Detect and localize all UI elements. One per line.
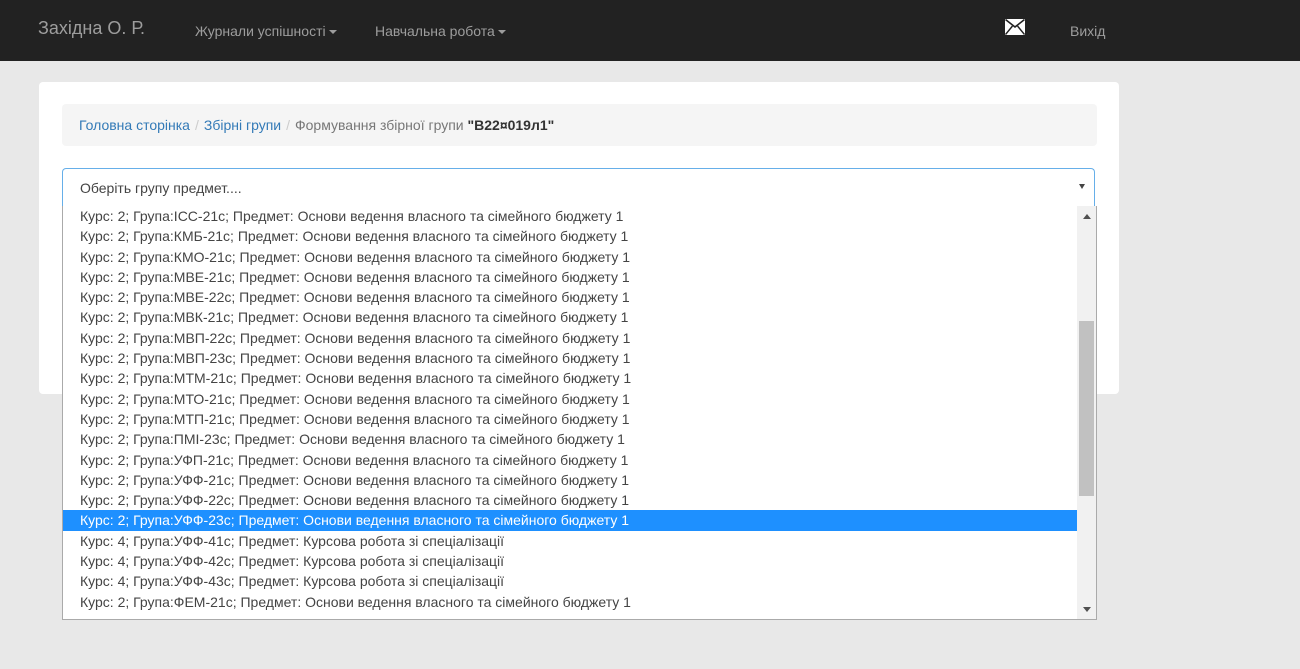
option-item[interactable]: Курс: 2; Група:МТМ-21с; Предмет: Основи … <box>63 368 1077 388</box>
option-item[interactable]: Курс: 2; Група:КМО-21с; Предмет: Основи … <box>63 247 1077 267</box>
scrollbar-thumb[interactable] <box>1079 321 1094 496</box>
brand-user-name[interactable]: Західна О. Р. <box>38 18 145 39</box>
breadcrumb-current: Формування збірної групи "В22¤019л1" <box>295 117 554 133</box>
option-item[interactable]: Курс: 4; Група:УФФ-43с; Предмет: Курсова… <box>63 571 1077 591</box>
option-item[interactable]: Курс: 2; Група:УФП-21с; Предмет: Основи … <box>63 450 1077 470</box>
scroll-down-arrow-icon[interactable] <box>1083 607 1091 612</box>
option-item[interactable]: Курс: 4; Група:УФФ-41с; Предмет: Курсова… <box>63 531 1077 551</box>
dropdown-scrollbar[interactable] <box>1077 206 1096 619</box>
option-item[interactable]: Курс: 2; Група:МВП-23с; Предмет: Основи … <box>63 348 1077 368</box>
option-item[interactable]: Курс: 2; Група:КМБ-21с; Предмет: Основи … <box>63 226 1077 246</box>
menu-academic-work[interactable]: Навчальна робота <box>375 23 506 39</box>
scroll-up-arrow-icon[interactable] <box>1083 214 1091 219</box>
group-subject-select[interactable]: Оберіть групу предмет.... <box>62 168 1095 206</box>
option-item[interactable]: Курс: 2; Група:УФФ-21с; Предмет: Основи … <box>63 470 1077 490</box>
breadcrumb-groups-link[interactable]: Збірні групи <box>204 117 281 133</box>
breadcrumb-home-link[interactable]: Головна сторінка <box>79 117 190 133</box>
option-item[interactable]: Курс: 2; Група:МВЕ-22с; Предмет: Основи … <box>63 287 1077 307</box>
option-item[interactable]: Курс: 2; Група:ІСС-21с; Предмет: Основи … <box>63 206 1077 226</box>
select-dropdown-list[interactable]: Курс: 2; Група:ІСС-21с; Предмет: Основи … <box>62 206 1097 620</box>
breadcrumb: Головна сторінка / Збірні групи / Формування… <box>62 104 1097 146</box>
dropdown-arrow-icon[interactable] <box>1079 184 1085 189</box>
option-item[interactable]: Курс: 4; Група:УФФ-42с; Предмет: Курсова… <box>63 551 1077 571</box>
options-list: Курс: 2; Група:ІСС-21с; Предмет: Основи … <box>63 206 1077 612</box>
menu-academic-work-label: Навчальна робота <box>375 23 495 39</box>
breadcrumb-separator: / <box>286 117 290 133</box>
option-item[interactable]: Курс: 2; Група:УФФ-22с; Предмет: Основи … <box>63 490 1077 510</box>
option-item[interactable]: Курс: 2; Група:МВП-22с; Предмет: Основи … <box>63 328 1077 348</box>
option-item[interactable]: Курс: 2; Група:МТП-21с; Предмет: Основи … <box>63 409 1077 429</box>
option-item[interactable]: Курс: 2; Група:МВЕ-21с; Предмет: Основи … <box>63 267 1077 287</box>
breadcrumb-current-group-name: "В22¤019л1" <box>467 117 555 133</box>
option-item[interactable]: Курс: 2; Група:ФЕМ-21с; Предмет: Основи … <box>63 592 1077 612</box>
select-placeholder: Оберіть групу предмет.... <box>80 180 242 196</box>
envelope-icon[interactable] <box>1005 19 1025 35</box>
option-item[interactable]: Курс: 2; Група:МТО-21с; Предмет: Основи … <box>63 389 1077 409</box>
logout-link[interactable]: Вихід <box>1070 23 1105 39</box>
caret-down-icon <box>328 30 337 35</box>
breadcrumb-current-prefix: Формування збірної групи <box>295 117 468 133</box>
option-item-selected[interactable]: Курс: 2; Група:УФФ-23с; Предмет: Основи … <box>63 510 1077 531</box>
menu-grade-journals-label: Журнали успішності <box>195 23 326 39</box>
caret-down-icon <box>497 30 506 35</box>
option-item[interactable]: Курс: 2; Група:ПМІ-23с; Предмет: Основи … <box>63 429 1077 449</box>
breadcrumb-separator: / <box>194 117 199 133</box>
menu-grade-journals[interactable]: Журнали успішності <box>195 23 337 39</box>
option-item[interactable]: Курс: 2; Група:МВК-21с; Предмет: Основи … <box>63 307 1077 327</box>
top-navbar: Західна О. Р. Журнали успішності Навчаль… <box>0 0 1300 61</box>
